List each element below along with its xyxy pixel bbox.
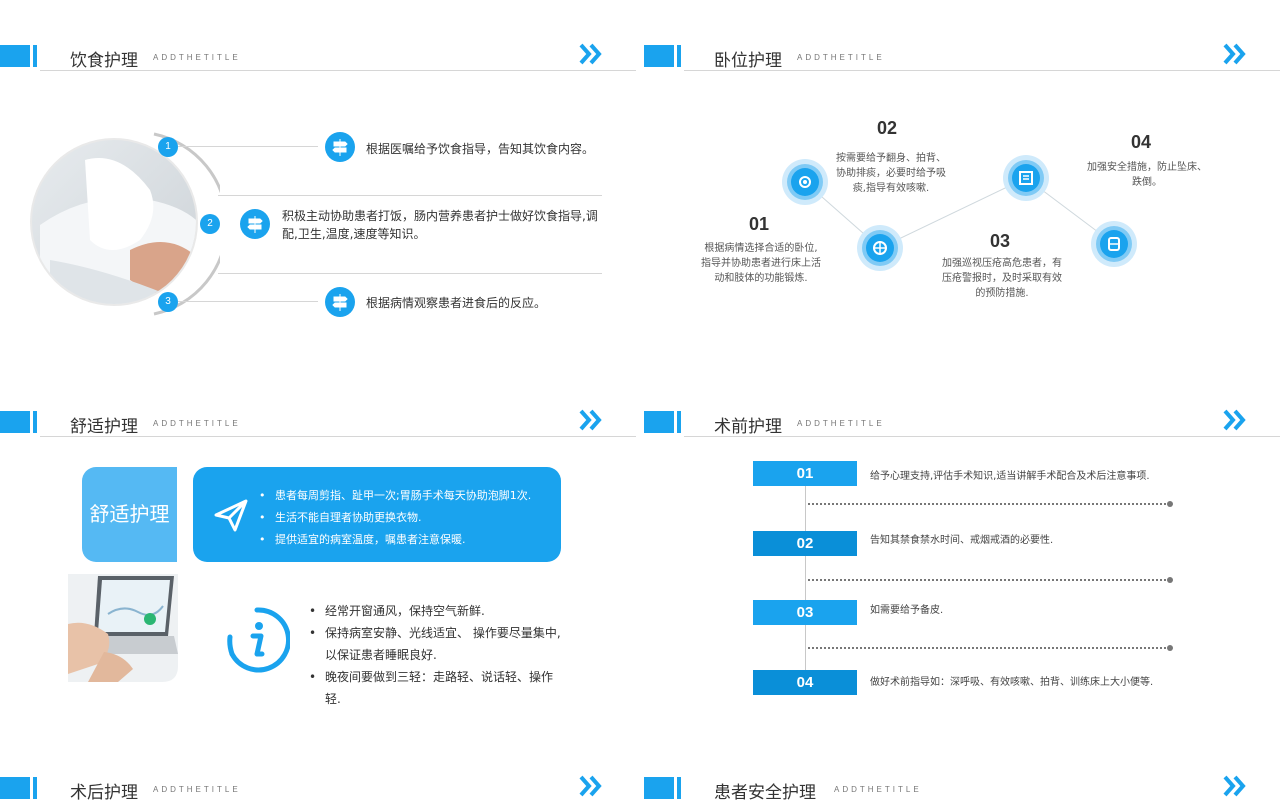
slide-title: 术前护理 — [714, 417, 782, 437]
step-number-box: 03 — [753, 600, 857, 625]
header-accent-bar — [644, 777, 674, 799]
comfort-top-card: 患者每周剪指、趾甲一次;胃肠手术每天协助泡脚1次. 生活不能自理者协助更换衣物.… — [193, 467, 561, 562]
step-number-box: 04 — [753, 670, 857, 695]
separator-end-dot — [1167, 501, 1173, 507]
connector-line — [178, 301, 318, 302]
slide-subtitle: ADDTHETITLE — [797, 419, 885, 428]
header-divider — [40, 436, 636, 437]
slide-subtitle: ADDTHETITLE — [834, 785, 922, 794]
position-step-text: 按需要给予翻身、拍背、协助排痰，必要时给予吸痰,指导有效咳嗽. — [836, 153, 946, 194]
header-accent-bar — [0, 45, 30, 67]
dotted-separator — [808, 503, 1170, 505]
slide-position-care[interactable]: 卧位护理 ADDTHETITLE 01 根据病情选择合适的卧位,指导并协助患者进… — [644, 0, 1280, 366]
double-chevron-icon — [1223, 775, 1246, 797]
header-divider — [40, 70, 636, 71]
paper-plane-icon — [214, 499, 248, 532]
position-step-text: 根据病情选择合适的卧位,指导并协助患者进行床上活动和肢体的功能锻炼. — [701, 243, 821, 284]
signpost-icon — [325, 287, 355, 317]
header-accent-bar — [0, 777, 30, 799]
connector-line — [218, 273, 602, 274]
preop-step-text: 如需要给予备皮. — [870, 605, 944, 616]
slide-subtitle: ADDTHETITLE — [153, 785, 241, 794]
database-icon — [1091, 221, 1137, 267]
step-number-badge: 2 — [200, 214, 220, 234]
step-number: 04 — [1131, 132, 1152, 152]
header-divider — [684, 436, 1280, 437]
info-icon — [227, 607, 290, 673]
list-item: 生活不能自理者协助更换衣物. — [259, 507, 555, 529]
double-chevron-icon — [579, 409, 602, 431]
step-number: 03 — [990, 231, 1011, 251]
header-accent-stripe — [677, 777, 681, 799]
diet-item-text: 根据医嘱给予饮食指导，告知其饮食内容。 — [366, 142, 595, 156]
header-accent-stripe — [33, 411, 37, 433]
double-chevron-icon — [579, 43, 602, 65]
slide-title: 舒适护理 — [70, 417, 138, 437]
step-number-badge: 3 — [158, 292, 178, 312]
slide-subtitle: ADDTHETITLE — [153, 53, 241, 62]
document-icon — [1003, 155, 1049, 201]
step-number-badge: 1 — [158, 137, 178, 157]
double-chevron-icon — [1223, 409, 1246, 431]
slide-title: 术后护理 — [70, 783, 138, 800]
target-icon — [857, 225, 903, 271]
double-chevron-icon — [579, 775, 602, 797]
position-step-text: 加强安全措施，防止坠床、跌倒。 — [1087, 162, 1207, 188]
list-item: 提供适宜的病室温度，嘱患者注意保暖. — [259, 529, 555, 551]
step-number-box: 01 — [753, 461, 857, 486]
header-accent-bar — [0, 411, 30, 433]
step-number-box: 02 — [753, 531, 857, 556]
signpost-icon — [325, 132, 355, 162]
laptop-photo — [68, 574, 178, 682]
slide-title: 饮食护理 — [70, 51, 138, 71]
dotted-separator — [808, 647, 1170, 649]
separator-end-dot — [1167, 645, 1173, 651]
list-item: 经常开窗通风，保持空气新鲜. — [309, 600, 563, 622]
slide-title: 患者安全护理 — [714, 783, 816, 800]
gear-icon — [782, 159, 828, 205]
connector-line — [218, 195, 602, 196]
slide-postop-care[interactable]: 术后护理 ADDTHETITLE — [0, 732, 640, 800]
comfort-top-list: 患者每周剪指、趾甲一次;胃肠手术每天协助泡脚1次. 生活不能自理者协助更换衣物.… — [259, 485, 555, 551]
list-item: 保持病室安静、光线适宜、 操作要尽量集中,以保证患者睡眠良好. — [309, 622, 563, 666]
header-accent-bar — [644, 411, 674, 433]
signpost-icon — [240, 209, 270, 239]
separator-end-dot — [1167, 577, 1173, 583]
header-accent-stripe — [33, 777, 37, 799]
diet-item-text: 积极主动协助患者打饭，肠内营养患者护士做好饮食指导,调配,卫生,温度,速度等知识… — [282, 209, 598, 241]
slide-comfort-care[interactable]: 舒适护理 ADDTHETITLE 舒适护理 患者每周剪指、趾甲一次;胃肠手术每天… — [0, 366, 640, 732]
header-accent-stripe — [677, 411, 681, 433]
preop-step-text: 给予心理支持,评估手术知识,适当讲解手术配合及术后注意事项. — [870, 471, 1150, 482]
list-item: 晚夜间要做到三轻：走路轻、说话轻、操作轻. — [309, 666, 563, 710]
slide-patient-safety[interactable]: 患者安全护理 ADDTHETITLE — [644, 732, 1280, 800]
slide-diet-care[interactable]: 饮食护理 ADDTHETITLE 1 2 3 根据医嘱给予饮食指导，告知其饮食内… — [0, 0, 640, 366]
preop-step-text: 告知其禁食禁水时间、戒烟戒酒的必要性. — [870, 535, 1054, 546]
list-item: 患者每周剪指、趾甲一次;胃肠手术每天协助泡脚1次. — [259, 485, 555, 507]
slide-subtitle: ADDTHETITLE — [153, 419, 241, 428]
patient-photo — [30, 132, 220, 316]
comfort-label-block: 舒适护理 — [82, 467, 177, 562]
diet-item-text: 根据病情观察患者进食后的反应。 — [366, 296, 547, 310]
connector-line — [178, 146, 318, 147]
step-number: 02 — [877, 118, 898, 138]
position-step-text: 加强巡视压疮高危患者，有压疮警报时，及时采取有效的预防措施. — [942, 258, 1062, 299]
step-number: 01 — [749, 214, 770, 234]
header-accent-stripe — [33, 45, 37, 67]
timeline-axis — [805, 486, 806, 686]
dotted-separator — [808, 579, 1170, 581]
preop-step-text: 做好术前指导如：深呼吸、有效咳嗽、拍背、训练床上大小便等. — [870, 677, 1154, 688]
comfort-bottom-list: 经常开窗通风，保持空气新鲜. 保持病室安静、光线适宜、 操作要尽量集中,以保证患… — [309, 600, 563, 710]
